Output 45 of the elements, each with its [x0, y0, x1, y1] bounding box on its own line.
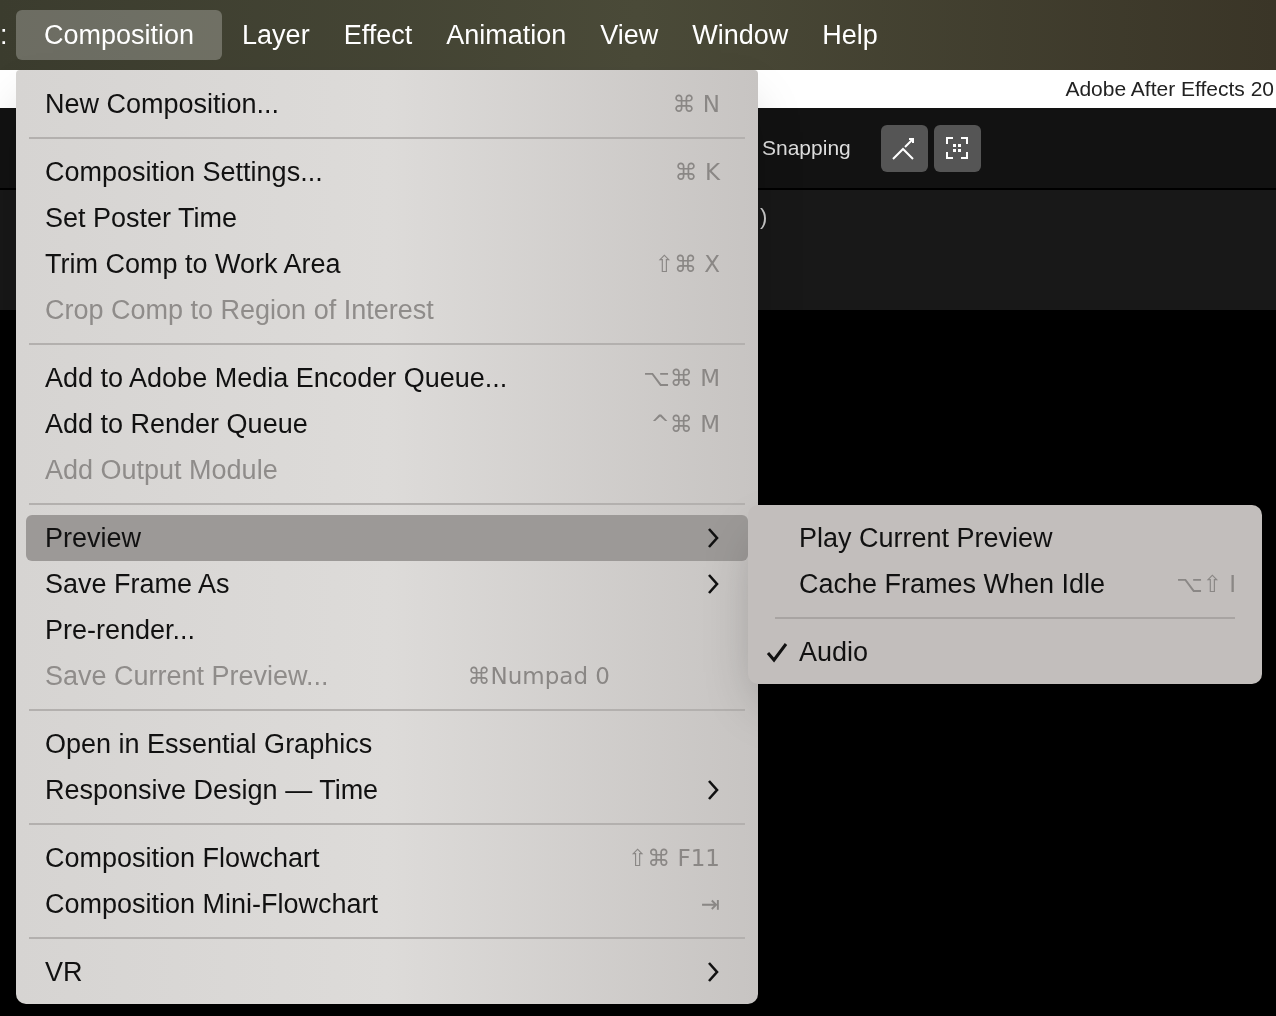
snapping-label: Snapping	[762, 135, 851, 162]
shortcut-text: ⌘Numpad 0	[467, 661, 610, 691]
shortcut-text: ⌘ N	[672, 89, 720, 119]
menu-item[interactable]: Composition Flowchart ⇧⌘ F11	[26, 835, 748, 881]
menu-item[interactable]: Add to Adobe Media Encoder Queue... ⌥⌘ M	[26, 355, 748, 401]
shortcut-text: ⇥	[700, 889, 720, 919]
menu-item[interactable]: Pre-render...	[26, 607, 748, 653]
shortcut-text: ⇧⌘ F11	[627, 843, 720, 873]
menu-item[interactable]: VR	[26, 949, 748, 995]
shortcut-text: ⌘ K	[674, 157, 720, 187]
window-title: Adobe After Effects 20	[1065, 76, 1275, 103]
menu-item[interactable]: Responsive Design — Time	[26, 767, 748, 813]
menu-bar-item[interactable]: Help	[808, 10, 892, 60]
menu-item[interactable]: Set Poster Time	[26, 195, 748, 241]
menu-item[interactable]: Preview	[26, 515, 748, 561]
menu-bar-item[interactable]: Animation	[432, 10, 581, 60]
menu-bar-item[interactable]: Layer	[228, 10, 324, 60]
submenu-item[interactable]: Cache Frames When Idle ⌥⇧ I	[748, 561, 1262, 607]
focus-frame-icon	[945, 136, 970, 160]
menu-item[interactable]: Save Frame As	[26, 561, 748, 607]
menu-item[interactable]: Open in Essential Graphics	[26, 721, 748, 767]
shortcut-text: ⇧⌘ X	[654, 249, 720, 279]
submenu-item[interactable]: Play Current Preview	[748, 515, 1262, 561]
menu-bar-item[interactable]: Window	[678, 10, 803, 60]
snap-tool-button[interactable]	[880, 124, 928, 172]
shortcut-text: ⌥⇧ I	[1176, 569, 1236, 599]
shortcut-text: ^⌘ M	[650, 409, 720, 439]
chevron-right-icon	[706, 779, 720, 801]
menu-item[interactable]: Composition Mini-Flowchart ⇥	[26, 881, 748, 927]
menu-bar-item[interactable]: Composition	[16, 10, 223, 60]
checkmark-icon	[766, 641, 788, 663]
menu-item[interactable]: Trim Comp to Work Area ⇧⌘ X	[26, 241, 748, 287]
menu-item[interactable]: New Composition... ⌘ N	[26, 81, 748, 127]
chevron-right-icon	[706, 961, 720, 983]
panel-text: )	[760, 204, 768, 229]
frame-tool-button[interactable]	[933, 124, 981, 172]
menu-bar-item[interactable]: View	[586, 10, 673, 60]
submenu-item[interactable]: Audio	[748, 629, 1262, 675]
menu-title[interactable]: :	[0, 14, 12, 56]
menu-item[interactable]: Composition Settings... ⌘ K	[26, 149, 748, 195]
chevron-right-icon	[706, 573, 720, 595]
shortcut-text: ⌥⌘ M	[643, 363, 720, 393]
menu-bar-item[interactable]: Effect	[329, 10, 427, 60]
chevron-right-icon	[706, 527, 720, 549]
menu-item[interactable]: Add to Render Queue ^⌘ M	[26, 401, 748, 447]
